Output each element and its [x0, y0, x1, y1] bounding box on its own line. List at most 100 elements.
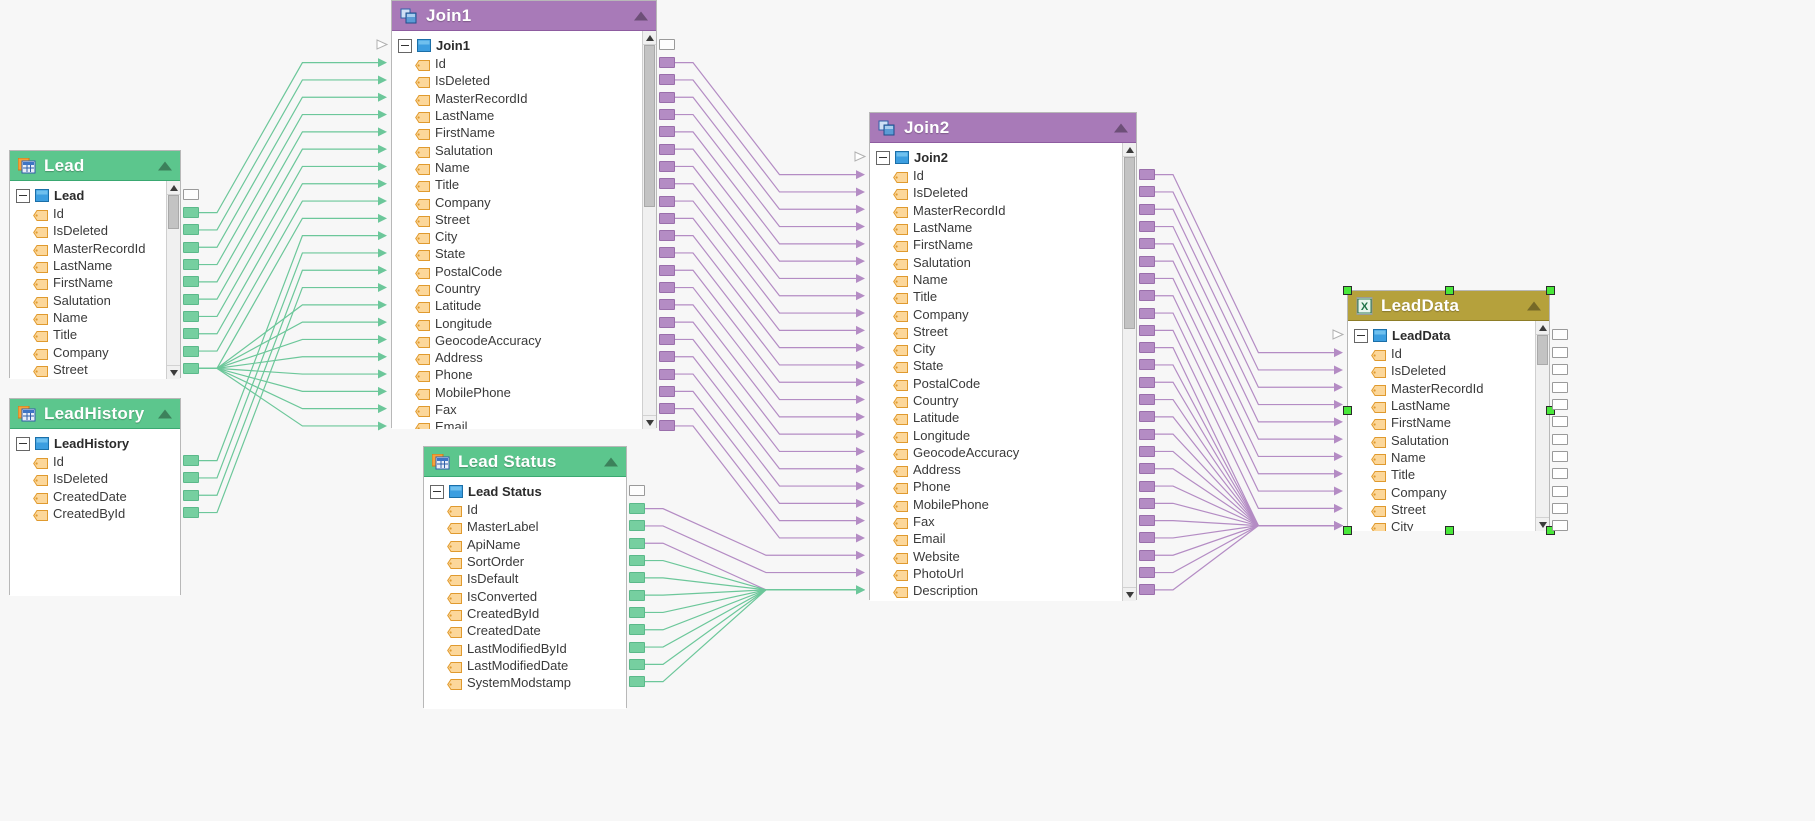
output-port[interactable] — [659, 230, 675, 241]
input-port[interactable] — [1552, 434, 1568, 445]
field-row[interactable]: MasterLabel — [430, 518, 626, 535]
root-port[interactable] — [629, 485, 645, 496]
output-port[interactable] — [1139, 186, 1155, 197]
field-row[interactable]: GeocodeAccuracy — [398, 332, 656, 349]
vertical-scrollbar[interactable] — [642, 31, 656, 429]
field-row[interactable]: Id — [1354, 345, 1549, 362]
output-port[interactable] — [1139, 498, 1155, 509]
output-port[interactable] — [629, 538, 645, 549]
scrollbar-thumb[interactable] — [1537, 335, 1548, 365]
field-row[interactable]: Id — [398, 55, 656, 72]
collapse-triangle-icon[interactable] — [1527, 301, 1541, 310]
output-port[interactable] — [1139, 308, 1155, 319]
field-row[interactable]: MobilePhone — [876, 496, 1136, 513]
output-port[interactable] — [1139, 169, 1155, 180]
tree-root-row[interactable]: Lead Status — [430, 482, 626, 501]
field-row[interactable]: Id — [876, 167, 1136, 184]
output-port[interactable] — [183, 363, 199, 374]
node-lead[interactable]: LeadLeadIdIsDeletedMasterRecordIdLastNam… — [9, 150, 181, 378]
output-port[interactable] — [1139, 515, 1155, 526]
field-row[interactable]: State — [876, 357, 1136, 374]
field-row[interactable]: MasterRecordId — [398, 90, 656, 107]
output-port[interactable] — [659, 92, 675, 103]
field-row[interactable]: LastModifiedDate — [430, 657, 626, 674]
scrollbar-thumb[interactable] — [644, 45, 655, 207]
expand-toggle-icon[interactable] — [16, 189, 30, 203]
field-row[interactable]: Address — [398, 349, 656, 366]
field-row[interactable]: FirstName — [876, 236, 1136, 253]
output-port[interactable] — [1139, 342, 1155, 353]
field-row[interactable]: Description — [876, 582, 1136, 599]
output-port[interactable] — [1139, 584, 1155, 595]
field-row[interactable]: Fax — [398, 401, 656, 418]
node-join1[interactable]: Join1Join1IdIsDeletedMasterRecordIdLastN… — [391, 0, 657, 428]
output-port[interactable] — [659, 317, 675, 328]
collapse-triangle-icon[interactable] — [634, 11, 648, 20]
output-port[interactable] — [1139, 204, 1155, 215]
field-row[interactable]: PhotoUrl — [876, 565, 1136, 582]
field-row[interactable]: Latitude — [398, 297, 656, 314]
vertical-scrollbar[interactable] — [1535, 321, 1549, 531]
input-port[interactable] — [1552, 416, 1568, 427]
vertical-scrollbar[interactable] — [1122, 143, 1136, 601]
input-port[interactable] — [1552, 468, 1568, 479]
output-port[interactable] — [1139, 290, 1155, 301]
output-port[interactable] — [1139, 359, 1155, 370]
node-header-lead[interactable]: Lead — [10, 151, 180, 181]
scroll-down-button[interactable] — [167, 365, 180, 379]
tree-root-row[interactable]: Join2 — [876, 148, 1136, 167]
field-row[interactable]: Company — [1354, 483, 1549, 500]
output-port[interactable] — [1139, 446, 1155, 457]
output-port[interactable] — [1139, 567, 1155, 578]
output-port[interactable] — [1139, 221, 1155, 232]
expand-toggle-icon[interactable] — [16, 437, 30, 451]
field-row[interactable]: MasterRecordId — [16, 240, 180, 257]
field-row[interactable]: Salutation — [876, 253, 1136, 270]
node-header-leaddata[interactable]: XLeadData — [1348, 291, 1549, 321]
field-row[interactable]: CreatedById — [16, 505, 180, 522]
field-row[interactable]: Title — [876, 288, 1136, 305]
field-row[interactable]: Latitude — [876, 409, 1136, 426]
output-port[interactable] — [629, 676, 645, 687]
output-port[interactable] — [659, 420, 675, 431]
field-row[interactable]: IsConverted — [430, 587, 626, 604]
output-port[interactable] — [183, 346, 199, 357]
output-port[interactable] — [629, 555, 645, 566]
field-row[interactable]: SortOrder — [430, 553, 626, 570]
tree-root-row[interactable]: Join1 — [398, 36, 656, 55]
selection-handle[interactable] — [1343, 526, 1352, 535]
output-port[interactable] — [1139, 256, 1155, 267]
scroll-up-button[interactable] — [1123, 143, 1136, 157]
scroll-up-button[interactable] — [643, 31, 656, 45]
output-port[interactable] — [629, 607, 645, 618]
output-port[interactable] — [659, 109, 675, 120]
output-port[interactable] — [183, 507, 199, 518]
field-row[interactable]: PostalCode — [398, 263, 656, 280]
output-port[interactable] — [659, 196, 675, 207]
output-port[interactable] — [183, 276, 199, 287]
output-port[interactable] — [629, 590, 645, 601]
node-leadstatus[interactable]: Lead StatusLead StatusIdMasterLabelApiNa… — [423, 446, 627, 708]
field-row[interactable]: GeocodeAccuracy — [876, 444, 1136, 461]
input-port[interactable] — [1552, 520, 1568, 531]
field-row[interactable]: Longitude — [876, 426, 1136, 443]
field-row[interactable]: LastName — [876, 219, 1136, 236]
output-port[interactable] — [1139, 273, 1155, 284]
output-port[interactable] — [629, 659, 645, 670]
output-port[interactable] — [659, 213, 675, 224]
scrollbar-thumb[interactable] — [168, 195, 179, 229]
field-row[interactable]: MobilePhone — [398, 384, 656, 401]
output-port[interactable] — [1139, 238, 1155, 249]
field-row[interactable]: FirstName — [16, 274, 180, 291]
output-port[interactable] — [659, 403, 675, 414]
field-row[interactable]: IsDeleted — [398, 72, 656, 89]
field-row[interactable]: MasterRecordId — [876, 202, 1136, 219]
field-row[interactable]: Name — [16, 309, 180, 326]
output-port[interactable] — [1139, 377, 1155, 388]
field-row[interactable]: CreatedById — [430, 605, 626, 622]
field-row[interactable]: Email — [398, 418, 656, 429]
scroll-down-button[interactable] — [643, 415, 656, 429]
node-leaddata[interactable]: XLeadDataLeadDataIdIsDeletedMasterRecord… — [1347, 290, 1550, 530]
output-port[interactable] — [629, 642, 645, 653]
output-port[interactable] — [183, 472, 199, 483]
